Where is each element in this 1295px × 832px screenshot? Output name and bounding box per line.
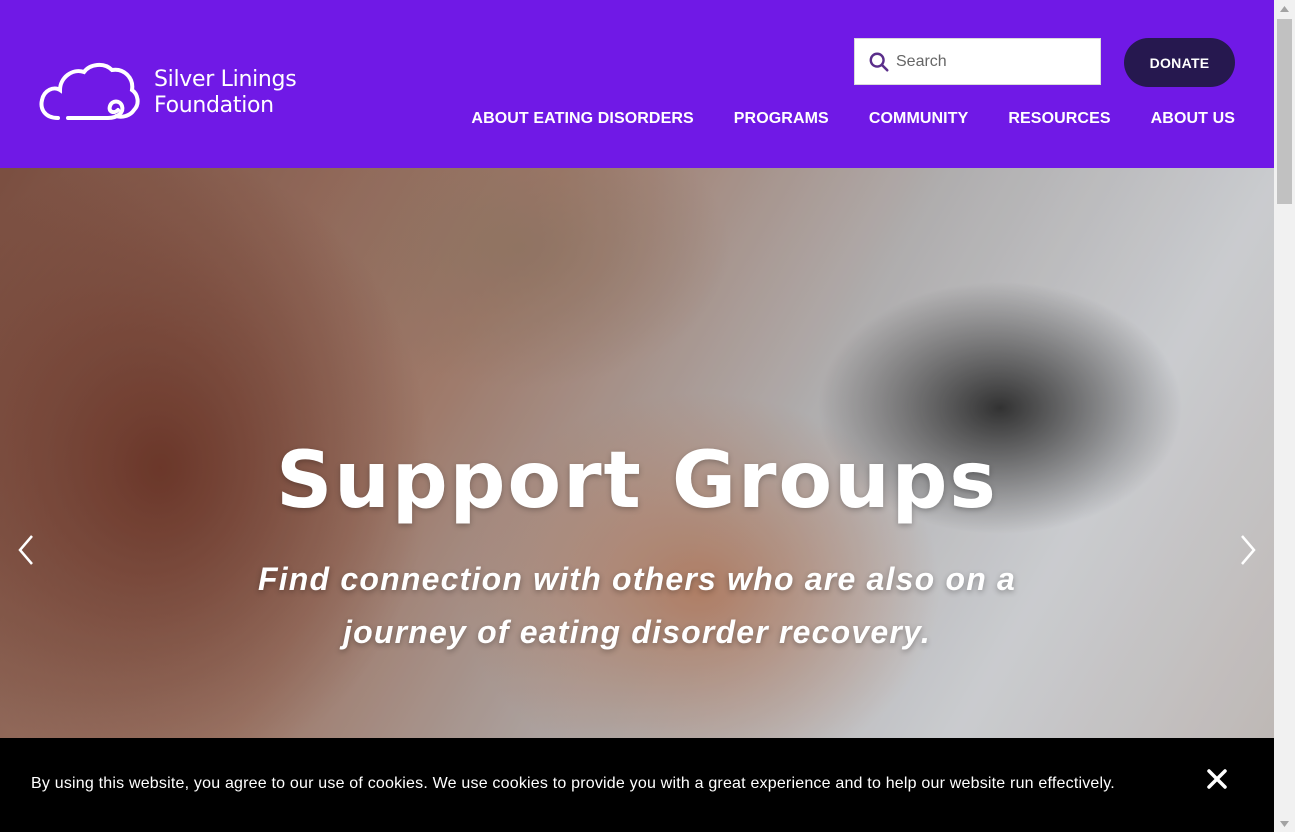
scroll-up-icon[interactable] xyxy=(1274,0,1295,17)
brand-name: Silver Linings Foundation xyxy=(154,67,297,119)
chevron-right-icon[interactable] xyxy=(1232,530,1262,570)
cloud-icon xyxy=(39,63,140,120)
scrollbar-thumb[interactable] xyxy=(1277,19,1292,204)
site-logo[interactable]: Silver Linings Foundation xyxy=(38,60,297,126)
cookie-banner: By using this website, you agree to our … xyxy=(0,738,1274,832)
cookie-banner-text: By using this website, you agree to our … xyxy=(31,775,1115,792)
scroll-down-icon[interactable] xyxy=(1274,815,1295,832)
page-scrollbar[interactable] xyxy=(1274,0,1295,832)
nav-item-about-eating-disorders[interactable]: ABOUT EATING DISORDERS xyxy=(471,110,693,128)
hero-subtitle: Find connection with others who are also… xyxy=(257,561,1017,650)
donate-button[interactable]: DONATE xyxy=(1124,38,1235,87)
brand-name-line1: Silver Linings xyxy=(154,67,297,92)
nav-item-community[interactable]: COMMUNITY xyxy=(869,110,969,128)
site-header: Silver Linings Foundation DONATE ABOUT E… xyxy=(0,0,1274,168)
search-input[interactable] xyxy=(896,52,1086,71)
main-nav: ABOUT EATING DISORDERS PROGRAMS COMMUNIT… xyxy=(431,110,1235,128)
chevron-left-icon[interactable] xyxy=(12,530,42,570)
hero-title: Support Groups xyxy=(276,436,998,526)
search-box[interactable] xyxy=(854,38,1101,85)
brand-name-line2: Foundation xyxy=(154,93,274,118)
search-icon[interactable] xyxy=(868,51,890,73)
close-icon[interactable] xyxy=(1204,766,1230,792)
nav-item-programs[interactable]: PROGRAMS xyxy=(734,110,829,128)
hero-carousel: Support Groups Find connection with othe… xyxy=(0,168,1274,738)
nav-item-about-us[interactable]: ABOUT US xyxy=(1151,110,1235,128)
nav-item-resources[interactable]: RESOURCES xyxy=(1008,110,1110,128)
